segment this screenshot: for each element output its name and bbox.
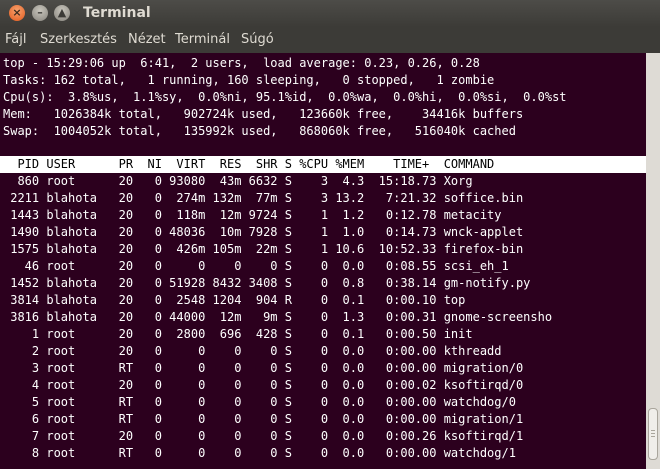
process-row: 6 root RT 0 0 0 0 S 0 0.0 0:00.00 migrat… bbox=[3, 412, 524, 426]
menu-help[interactable]: Súgó bbox=[241, 32, 274, 47]
terminal-output[interactable]: top - 15:29:06 up 6:41, 2 users, load av… bbox=[0, 53, 646, 469]
menu-edit[interactable]: Szerkesztés bbox=[40, 32, 117, 47]
menu-bar: Fájl Szerkesztés Nézet Terminál Súgó bbox=[0, 27, 660, 53]
process-row: 3816 blahota 20 0 44000 12m 9m S 0 1.3 0… bbox=[3, 310, 553, 324]
window-title: Terminal bbox=[83, 5, 151, 21]
process-row: 8 root RT 0 0 0 0 S 0 0.0 0:00.00 watchd… bbox=[3, 446, 516, 460]
process-row: 1452 blahota 20 0 51928 8432 3408 S 0 0.… bbox=[3, 276, 531, 290]
process-row: 860 root 20 0 93080 43m 6632 S 3 4.3 15:… bbox=[3, 174, 473, 188]
process-row: 1575 blahota 20 0 426m 105m 22m S 1 10.6… bbox=[3, 242, 524, 256]
process-row: 4 root 20 0 0 0 0 S 0 0.0 0:00.02 ksofti… bbox=[3, 378, 524, 392]
minimize-button[interactable]: – bbox=[32, 5, 48, 21]
cpu-line: Cpu(s): 3.8%us, 1.1%sy, 0.0%ni, 95.1%id,… bbox=[3, 90, 567, 104]
process-row: 2211 blahota 20 0 274m 132m 77m S 3 13.2… bbox=[3, 191, 524, 205]
swap-line: Swap: 1004052k total, 135992k used, 8680… bbox=[3, 124, 516, 138]
tasks-line: Tasks: 162 total, 1 running, 160 sleepin… bbox=[3, 73, 495, 87]
menu-terminal[interactable]: Terminál bbox=[175, 32, 230, 47]
process-row: 3 root RT 0 0 0 0 S 0 0.0 0:00.00 migrat… bbox=[3, 361, 524, 375]
terminal-window: × – ▲ Terminal Fájl Szerkesztés Nézet Te… bbox=[0, 0, 660, 469]
process-row: 1 root 20 0 2800 696 428 S 0 0.1 0:00.50… bbox=[3, 327, 473, 341]
mem-line: Mem: 1026384k total, 902724k used, 12366… bbox=[3, 107, 524, 121]
process-row: 46 root 20 0 0 0 0 S 0 0.0 0:08.55 scsi_… bbox=[3, 259, 509, 273]
scrollbar-thumb[interactable] bbox=[648, 408, 658, 460]
maximize-button[interactable]: ▲ bbox=[54, 5, 70, 21]
process-row: 2 root 20 0 0 0 0 S 0 0.0 0:00.00 kthrea… bbox=[3, 344, 502, 358]
process-row: 7 root 20 0 0 0 0 S 0 0.0 0:00.26 ksofti… bbox=[3, 429, 524, 443]
vertical-scrollbar[interactable] bbox=[646, 53, 660, 469]
uptime-line: top - 15:29:06 up 6:41, 2 users, load av… bbox=[3, 56, 480, 70]
menu-view[interactable]: Nézet bbox=[128, 32, 166, 47]
process-row: 3814 blahota 20 0 2548 1204 904 R 0 0.1 … bbox=[3, 293, 466, 307]
process-table-header: PID USER PR NI VIRT RES SHR S %CPU %MEM … bbox=[0, 156, 646, 173]
process-row: 5 root RT 0 0 0 0 S 0 0.0 0:00.00 watchd… bbox=[3, 395, 516, 409]
process-row: 1490 blahota 20 0 48036 10m 7928 S 1 1.0… bbox=[3, 225, 524, 239]
close-button[interactable]: × bbox=[9, 5, 25, 21]
process-row: 1443 blahota 20 0 118m 12m 9724 S 1 1.2 … bbox=[3, 208, 502, 222]
title-bar[interactable]: × – ▲ Terminal bbox=[0, 0, 660, 27]
menu-file[interactable]: Fájl bbox=[5, 32, 26, 47]
